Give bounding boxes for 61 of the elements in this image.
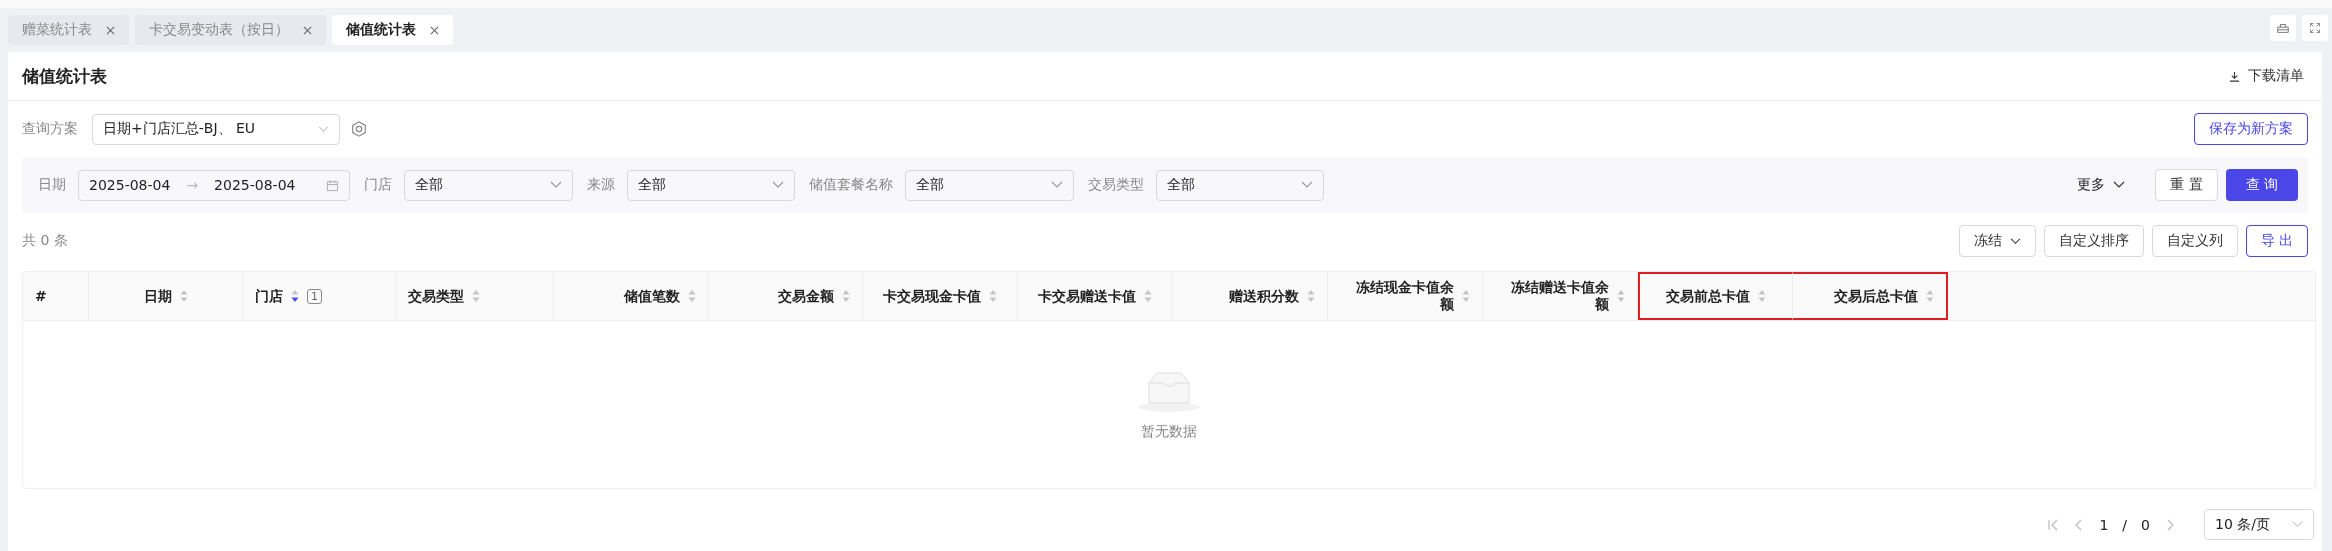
close-icon[interactable] (430, 25, 439, 35)
caret-icon (2292, 521, 2303, 528)
close-icon[interactable] (106, 25, 115, 35)
scheme-select[interactable]: 日期+门店汇总-BJ、 EU (92, 113, 340, 145)
caret-icon (1301, 181, 1313, 189)
reset-button[interactable]: 重 置 (2155, 169, 2218, 201)
caret-icon (550, 181, 562, 189)
column-header[interactable]: 交易前总卡值 (1638, 272, 1793, 320)
record-count: 共 0 条 (22, 232, 68, 250)
more-button[interactable]: 更多 (2071, 175, 2132, 195)
calendar-icon (326, 178, 339, 192)
sort-icon[interactable] (291, 289, 299, 303)
filter-label: 储值套餐名称 (809, 176, 893, 194)
column-header[interactable]: 卡交易赠送卡值 (1018, 272, 1173, 320)
first-page-icon[interactable] (2047, 518, 2060, 531)
column-header[interactable]: 交易金额 (709, 272, 863, 320)
page-size-select[interactable]: 10 条/页 (2204, 509, 2314, 540)
filter-label: 交易类型 (1088, 176, 1144, 194)
freeze-dropdown[interactable]: 冻结 (1958, 225, 2036, 257)
column-header[interactable]: 冻结赠送卡值余额 (1483, 272, 1638, 320)
sort-order-badge: 1 (307, 288, 322, 304)
filter-select[interactable]: 全部 (1156, 169, 1324, 201)
filter-select[interactable]: 全部 (627, 169, 795, 201)
filter-select[interactable]: 全部 (905, 169, 1074, 201)
filter-label: 日期 (38, 176, 66, 194)
scheme-label: 查询方案 (22, 120, 78, 138)
caret-icon (318, 125, 329, 133)
toolbox-icon[interactable] (2270, 15, 2296, 41)
column-header[interactable]: 日期 (89, 272, 243, 320)
empty-text: 暂无数据 (1141, 422, 1197, 441)
download-button[interactable]: 下载清单 (2225, 67, 2308, 85)
column-header[interactable]: # (23, 272, 89, 320)
tab[interactable]: 储值统计表 (332, 15, 453, 45)
filter-select[interactable]: 全部 (404, 169, 573, 201)
close-icon[interactable] (303, 25, 312, 35)
filter-label: 来源 (587, 176, 615, 194)
toolbar-button[interactable]: 自定义列 (2151, 225, 2238, 257)
caret-icon (2113, 181, 2126, 189)
caret-icon (1051, 181, 1063, 189)
column-header[interactable]: 门店 1 (243, 272, 396, 320)
query-button[interactable]: 查 询 (2225, 169, 2298, 201)
save-scheme-button[interactable]: 保存为新方案 (2194, 113, 2308, 145)
column-header[interactable]: 交易类型 (396, 272, 554, 320)
date-range-field[interactable]: 2025-08-04 → 2025-08-04 (78, 169, 350, 201)
page-separator: / (2122, 516, 2128, 533)
export-button[interactable]: 导 出 (2245, 225, 2308, 257)
caret-icon (772, 181, 784, 189)
column-header[interactable]: 赠送积分数 (1173, 272, 1328, 320)
total-pages: 0 (2141, 516, 2150, 533)
caret-icon (2009, 237, 2021, 245)
column-header[interactable]: 交易后总卡值 (1793, 272, 1948, 320)
column-header[interactable]: 冻结现金卡值余额 (1328, 272, 1483, 320)
column-header[interactable]: 卡交易现金卡值 (863, 272, 1018, 320)
page-title: 储值统计表 (22, 64, 107, 88)
current-page: 1 (2099, 516, 2109, 533)
expand-icon[interactable] (2302, 15, 2328, 41)
settings-icon[interactable] (350, 120, 368, 138)
download-icon (2229, 70, 2240, 82)
filter-label: 门店 (364, 176, 392, 194)
column-header[interactable]: 储值笔数 (554, 272, 709, 320)
toolbar-button[interactable]: 自定义排序 (2043, 225, 2144, 257)
